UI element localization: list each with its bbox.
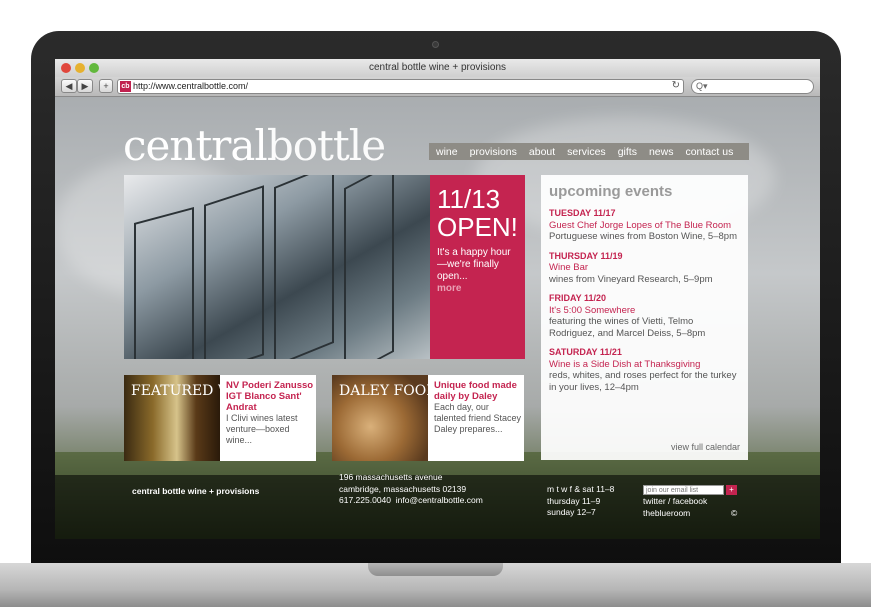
email-signup-button[interactable]: +: [726, 485, 737, 495]
address-line-2: cambridge, massachusetts 02139: [339, 483, 467, 494]
nav-item-provisions[interactable]: provisions: [470, 146, 517, 158]
event-title[interactable]: Guest Chef Jorge Lopes of The Blue Room: [549, 220, 740, 232]
back-button[interactable]: ◀: [61, 79, 77, 93]
window-frame: [344, 175, 394, 359]
nav-item-wine[interactable]: wine: [436, 146, 458, 158]
browser-toolbar: ◀ ▶ + cb http://www.centralbottle.com/ ↻…: [55, 77, 820, 97]
hours-line-3: sunday 12–7: [547, 507, 596, 517]
url-text: http://www.centralbottle.com/: [133, 81, 249, 91]
card-text: NV Poderi Zanusso IGT Blanco Sant' Andra…: [226, 380, 314, 446]
event-date: THURSDAY 11/19: [549, 250, 623, 261]
events-heading: upcoming events: [549, 183, 673, 200]
event-detail: wines from Vineyard Research, 5–9pm: [549, 273, 713, 285]
social-links[interactable]: twitter / facebook: [643, 496, 707, 508]
hours-line-2: thursday 11–9: [547, 495, 601, 506]
hero-headline-date: 11/13: [437, 184, 501, 214]
phone-number: 617.225.0040: [339, 495, 391, 505]
web-page: centralbottle wine provisions about serv…: [55, 97, 820, 539]
copyright-icon: ©: [731, 508, 738, 518]
logo-bold-text: bottle: [266, 121, 386, 170]
title-bar: central bottle wine + provisions: [55, 59, 820, 77]
window-title: central bottle wine + provisions: [368, 62, 507, 73]
view-full-calendar-link[interactable]: view full calendar: [671, 442, 740, 452]
main-nav: wine provisions about services gifts new…: [429, 143, 749, 160]
daley-food-card[interactable]: DALEY FOOD Unique food made daily by Dal…: [332, 375, 524, 461]
nav-item-about[interactable]: about: [529, 146, 555, 158]
event-detail: featuring the wines of Vietti, Telmo Rod…: [549, 316, 706, 339]
event-title[interactable]: Wine is a Side Dish at Thanksgiving: [549, 359, 740, 371]
event-date: FRIDAY 11/20: [549, 293, 607, 303]
footer-hours: m t w f & sat 11–8 thursday 11–9 sunday …: [547, 484, 614, 519]
event-title[interactable]: Wine Bar: [549, 262, 740, 274]
footer-contact: 617.225.0040 info@centralbottle.com: [339, 495, 483, 507]
event-date: TUESDAY 11/17: [549, 208, 616, 218]
event-item[interactable]: FRIDAY 11/20 It's 5:00 Somewhere featuri…: [549, 293, 740, 339]
site-favicon: cb: [120, 81, 131, 92]
event-item[interactable]: THURSDAY 11/19 Wine Bar wines from Viney…: [549, 251, 740, 286]
hero-announcement[interactable]: 11/13 OPEN! It's a happy hour—we're fina…: [430, 175, 525, 359]
card-body: Each day, our talented friend Stacey Dal…: [434, 402, 522, 434]
reload-icon[interactable]: ↻: [672, 80, 680, 91]
search-field[interactable]: Q▾: [691, 79, 814, 94]
event-title[interactable]: It's 5:00 Somewhere: [549, 305, 740, 317]
nav-item-gifts[interactable]: gifts: [618, 146, 637, 158]
hours-line-1: m t w f & sat 11–8: [547, 484, 615, 494]
site-logo[interactable]: centralbottle: [123, 121, 386, 170]
browser-window: central bottle wine + provisions ◀ ▶ + c…: [55, 59, 820, 539]
forward-button[interactable]: ▶: [77, 79, 93, 93]
card-text: Unique food made daily by Daley Each day…: [434, 380, 522, 435]
card-body: I Clivi wines latest venture—boxed wine.…: [226, 413, 298, 445]
logo-light-text: central: [123, 121, 268, 170]
hero-headline-open: OPEN!: [437, 212, 518, 242]
upcoming-events-panel: upcoming events TUESDAY 11/17 Guest Chef…: [541, 175, 748, 460]
partner-link[interactable]: theblueroom: [643, 508, 690, 520]
laptop-hinge-notch: [368, 563, 503, 576]
address-line-1: 196 massachusetts avenue: [339, 472, 443, 482]
event-item[interactable]: TUESDAY 11/17 Guest Chef Jorge Lopes of …: [549, 208, 740, 243]
add-bookmark-button[interactable]: +: [99, 79, 113, 93]
address-bar[interactable]: cb http://www.centralbottle.com/ ↻: [117, 79, 684, 94]
nav-item-services[interactable]: services: [567, 146, 606, 158]
window-frame: [204, 185, 264, 359]
window-frame: [274, 175, 334, 359]
hero-text: It's a happy hour—we're finally open...: [437, 247, 511, 282]
footer-address: 196 massachusetts avenue cambridge, mass…: [339, 472, 483, 507]
featured-wine-card[interactable]: FEATURED WINE NV Poderi Zanusso IGT Blan…: [124, 375, 316, 461]
nav-item-news[interactable]: news: [649, 146, 674, 158]
webcam: [432, 41, 439, 48]
hero-building-photo[interactable]: [124, 175, 430, 359]
hero-more-link[interactable]: more: [437, 283, 518, 294]
card-title[interactable]: Unique food made daily by Daley: [434, 380, 522, 402]
email-link[interactable]: info@centralbottle.com: [396, 495, 483, 505]
card-title[interactable]: NV Poderi Zanusso IGT Blanco Sant' Andra…: [226, 380, 314, 413]
footer-site-name: central bottle wine + provisions: [132, 486, 260, 496]
event-detail: reds, whites, and roses perfect for the …: [549, 370, 737, 393]
card-caption: DALEY FOOD: [339, 383, 438, 399]
nav-item-contact-us[interactable]: contact us: [685, 146, 733, 158]
email-signup-input[interactable]: join our email list: [643, 485, 724, 495]
event-detail: Portuguese wines from Boston Wine, 5–8pm: [549, 231, 737, 242]
event-date: SATURDAY 11/21: [549, 347, 622, 357]
window-frame: [134, 206, 194, 359]
event-item[interactable]: SATURDAY 11/21 Wine is a Side Dish at Th…: [549, 347, 740, 393]
